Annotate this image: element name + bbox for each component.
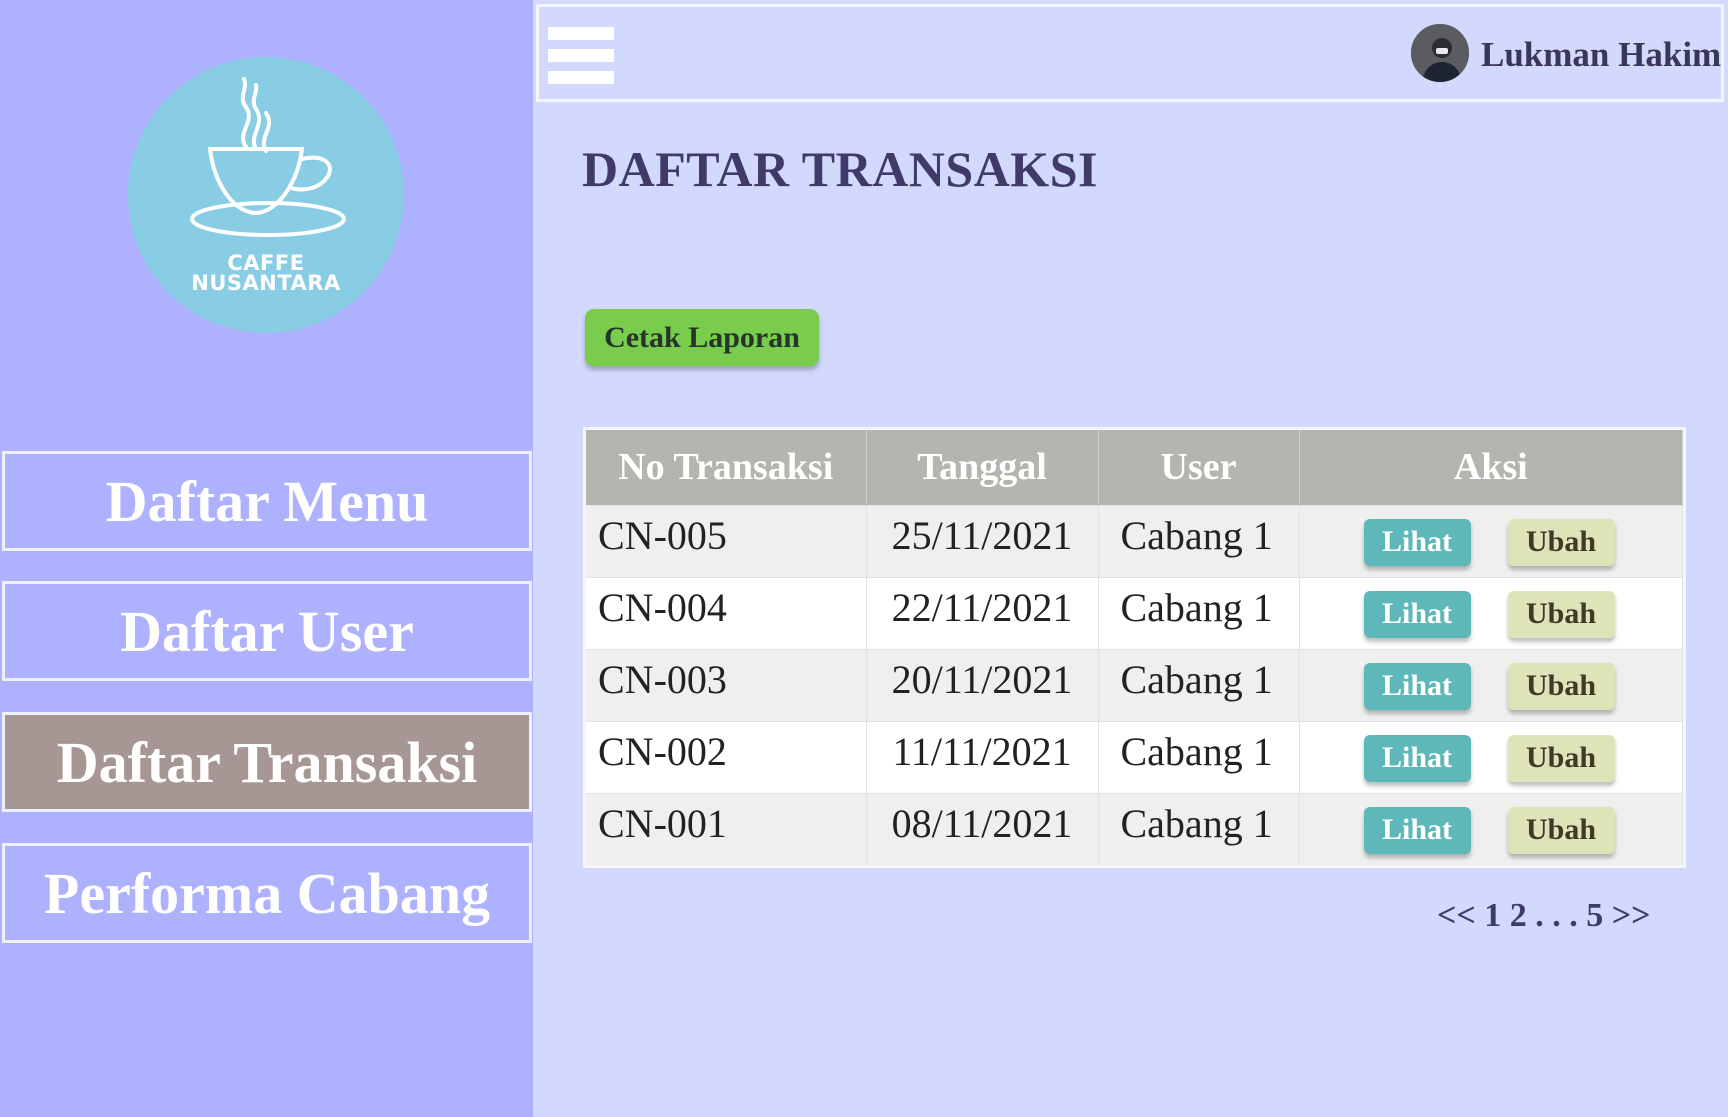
cell-user: Cabang 1: [1098, 720, 1300, 793]
cell-user: Cabang 1: [1098, 792, 1300, 865]
cafe-logo: CAFFE NUSANTARA: [128, 57, 404, 333]
column-header-tanggal: Tanggal: [866, 430, 1099, 505]
cell-aksi: Lihat Ubah: [1299, 792, 1683, 865]
column-header-no-transaksi: No Transaksi: [586, 430, 867, 505]
cell-aksi: Lihat Ubah: [1299, 648, 1683, 721]
user-name[interactable]: Lukman Hakim: [1481, 35, 1721, 75]
cell-no-transaksi: CN-005: [586, 504, 867, 577]
column-header-user: User: [1098, 430, 1300, 505]
view-button[interactable]: Lihat: [1363, 734, 1471, 782]
top-bar: Lukman Hakim: [536, 4, 1724, 102]
sidebar-item-daftar-menu[interactable]: Daftar Menu: [2, 451, 532, 551]
table-row: CN-005 25/11/2021 Cabang 1 Lihat Ubah: [586, 504, 1683, 577]
sidebar-item-daftar-user[interactable]: Daftar User: [2, 581, 532, 681]
pagination-prev[interactable]: <<: [1437, 897, 1476, 934]
cell-aksi: Lihat Ubah: [1299, 576, 1683, 649]
cell-no-transaksi: CN-003: [586, 648, 867, 721]
cell-user: Cabang 1: [1098, 648, 1300, 721]
cell-no-transaksi: CN-002: [586, 720, 867, 793]
table-row: CN-002 11/11/2021 Cabang 1 Lihat Ubah: [586, 720, 1683, 793]
table-row: CN-003 20/11/2021 Cabang 1 Lihat Ubah: [586, 648, 1683, 721]
pagination-page-2[interactable]: 2: [1510, 897, 1527, 934]
edit-button[interactable]: Ubah: [1507, 662, 1615, 710]
cell-user: Cabang 1: [1098, 576, 1300, 649]
hamburger-icon[interactable]: [548, 27, 614, 87]
edit-button[interactable]: Ubah: [1507, 590, 1615, 638]
view-button[interactable]: Lihat: [1363, 590, 1471, 638]
transactions-table: No Transaksi Tanggal User Aksi CN-005 25…: [583, 427, 1686, 868]
logo-text-nusantara: NUSANTARA: [191, 271, 341, 295]
pagination-page-1[interactable]: 1: [1484, 897, 1501, 934]
cell-no-transaksi: CN-004: [586, 576, 867, 649]
view-button[interactable]: Lihat: [1363, 518, 1471, 566]
cell-tanggal: 20/11/2021: [866, 648, 1099, 721]
table-row: CN-004 22/11/2021 Cabang 1 Lihat Ubah: [586, 576, 1683, 649]
page-title: DAFTAR TRANSAKSI: [582, 141, 1098, 197]
view-button[interactable]: Lihat: [1363, 806, 1471, 854]
cell-user: Cabang 1: [1098, 504, 1300, 577]
sidebar-item-performa-cabang[interactable]: Performa Cabang: [2, 843, 532, 943]
edit-button[interactable]: Ubah: [1507, 734, 1615, 782]
print-report-button[interactable]: Cetak Laporan: [585, 309, 819, 366]
cell-no-transaksi: CN-001: [586, 792, 867, 865]
column-header-aksi: Aksi: [1299, 430, 1683, 505]
table-row: CN-001 08/11/2021 Cabang 1 Lihat Ubah: [586, 792, 1683, 865]
pagination: << 1 2 . . . 5 >>: [1437, 897, 1651, 935]
pagination-next[interactable]: >>: [1612, 897, 1651, 934]
cell-tanggal: 08/11/2021: [866, 792, 1099, 865]
edit-button[interactable]: Ubah: [1507, 518, 1615, 566]
cell-aksi: Lihat Ubah: [1299, 504, 1683, 577]
sidebar-item-daftar-transaksi[interactable]: Daftar Transaksi: [2, 712, 532, 812]
cell-aksi: Lihat Ubah: [1299, 720, 1683, 793]
cell-tanggal: 11/11/2021: [866, 720, 1099, 793]
pagination-ellipsis: . . .: [1535, 897, 1578, 934]
pagination-page-5[interactable]: 5: [1586, 897, 1603, 934]
edit-button[interactable]: Ubah: [1507, 806, 1615, 854]
sidebar: CAFFE NUSANTARA Daftar Menu Daftar User …: [0, 0, 533, 1117]
user-photo-icon: [1411, 24, 1469, 82]
view-button[interactable]: Lihat: [1363, 662, 1471, 710]
avatar[interactable]: [1409, 22, 1471, 84]
cell-tanggal: 25/11/2021: [866, 504, 1099, 577]
table-header-row: No Transaksi Tanggal User Aksi: [586, 430, 1683, 505]
cell-tanggal: 22/11/2021: [866, 576, 1099, 649]
